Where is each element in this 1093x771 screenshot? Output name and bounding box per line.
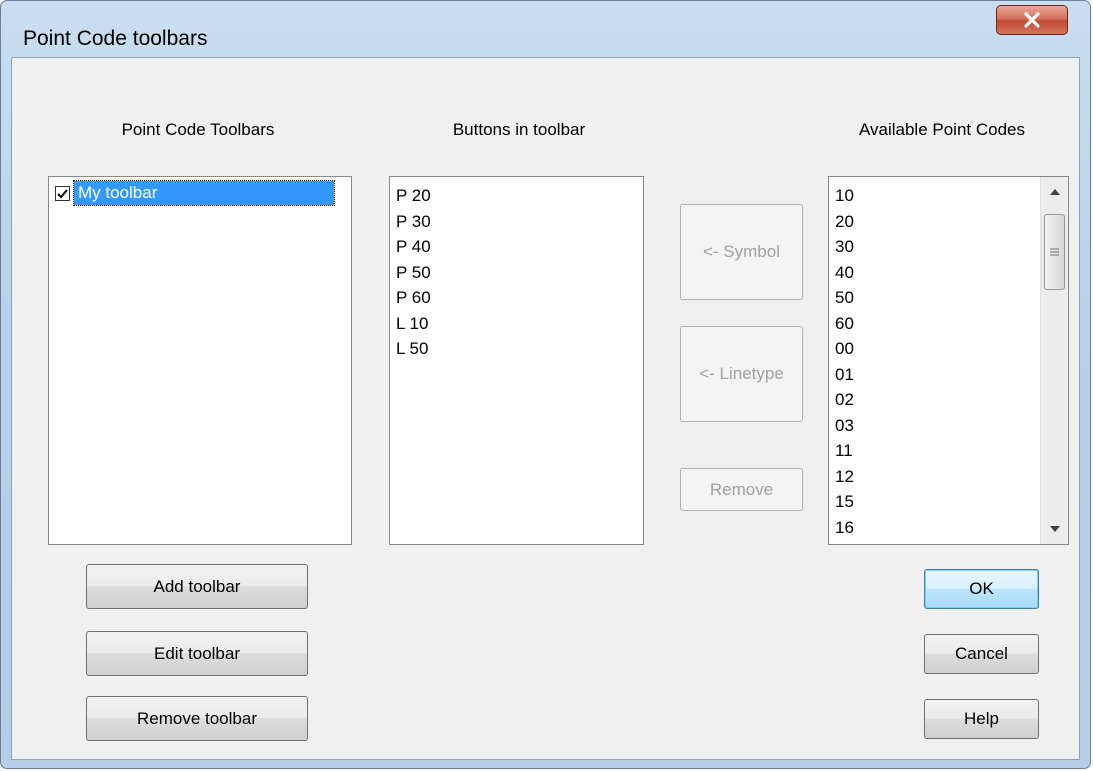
toolbars-list: My toolbar: [49, 177, 351, 206]
triangle-up-icon: [1049, 189, 1060, 195]
vertical-scrollbar[interactable]: [1040, 177, 1068, 544]
point-code-item[interactable]: 50: [829, 285, 1068, 311]
add-linetype-button[interactable]: <- Linetype: [680, 326, 803, 422]
scroll-thumb[interactable]: [1044, 214, 1065, 290]
cancel-button[interactable]: Cancel: [924, 634, 1039, 674]
point-code-item[interactable]: 03: [829, 413, 1068, 439]
buttons-in-toolbar-label: Buttons in toolbar: [452, 120, 586, 139]
grip-icon: [1050, 248, 1059, 256]
title-bar[interactable]: Point Code toolbars: [1, 1, 1090, 57]
point-code-item[interactable]: 16: [829, 515, 1068, 541]
point-code-item[interactable]: 30: [829, 234, 1068, 260]
dialog-window: Point Code toolbars Point Code Toolbars …: [0, 0, 1091, 769]
point-code-item[interactable]: 60: [829, 311, 1068, 337]
toolbar-button-item[interactable]: P 50: [390, 260, 643, 286]
remove-button[interactable]: Remove: [680, 468, 803, 511]
point-code-item[interactable]: 11: [829, 438, 1068, 464]
point-code-item[interactable]: 15: [829, 489, 1068, 515]
point-code-item[interactable]: 00: [829, 336, 1068, 362]
point-code-item[interactable]: 40: [829, 260, 1068, 286]
point-code-item[interactable]: 01: [829, 362, 1068, 388]
toolbar-enabled-checkbox[interactable]: [55, 186, 70, 202]
toolbar-button-item[interactable]: P 40: [390, 234, 643, 260]
point-code-item[interactable]: 20: [829, 209, 1068, 235]
add-toolbar-button[interactable]: Add toolbar: [86, 564, 308, 609]
remove-toolbar-button[interactable]: Remove toolbar: [86, 696, 308, 741]
point-code-item[interactable]: 02: [829, 387, 1068, 413]
dialog-client-area: Point Code Toolbars Buttons in toolbar A…: [11, 57, 1080, 760]
checkmark-icon: [57, 188, 68, 198]
close-button[interactable]: [996, 5, 1068, 35]
available-list: 10 20 30 40 50 60 00 01 02 03 11 12 15 16: [829, 177, 1068, 540]
toolbar-button-item[interactable]: P 20: [390, 183, 643, 209]
window-title: Point Code toolbars: [23, 27, 208, 50]
toolbar-button-item[interactable]: L 50: [390, 336, 643, 362]
ok-button[interactable]: OK: [924, 569, 1039, 609]
toolbar-button-item[interactable]: P 60: [390, 285, 643, 311]
toolbars-label: Point Code Toolbars: [121, 120, 275, 139]
point-code-item[interactable]: 12: [829, 464, 1068, 490]
triangle-down-icon: [1049, 526, 1060, 532]
toolbar-button-item[interactable]: P 30: [390, 209, 643, 235]
help-button[interactable]: Help: [924, 699, 1039, 739]
toolbars-listbox[interactable]: My toolbar: [48, 176, 352, 545]
toolbar-button-item[interactable]: L 10: [390, 311, 643, 337]
available-point-codes-label: Available Point Codes: [858, 120, 1025, 139]
toolbar-list-item-label: My toolbar: [73, 180, 335, 206]
point-code-item[interactable]: 10: [829, 183, 1068, 209]
toolbar-list-item[interactable]: My toolbar: [49, 180, 351, 206]
edit-toolbar-button[interactable]: Edit toolbar: [86, 631, 308, 676]
add-symbol-button[interactable]: <- Symbol: [680, 204, 803, 300]
scroll-up-button[interactable]: [1041, 181, 1068, 203]
buttons-list: P 20 P 30 P 40 P 50 P 60 L 10 L 50: [390, 177, 643, 362]
available-point-codes-listbox[interactable]: 10 20 30 40 50 60 00 01 02 03 11 12 15 16: [828, 176, 1069, 545]
scroll-down-button[interactable]: [1041, 518, 1068, 540]
buttons-in-toolbar-listbox[interactable]: P 20 P 30 P 40 P 50 P 60 L 10 L 50: [389, 176, 644, 545]
close-icon: [1024, 12, 1040, 28]
